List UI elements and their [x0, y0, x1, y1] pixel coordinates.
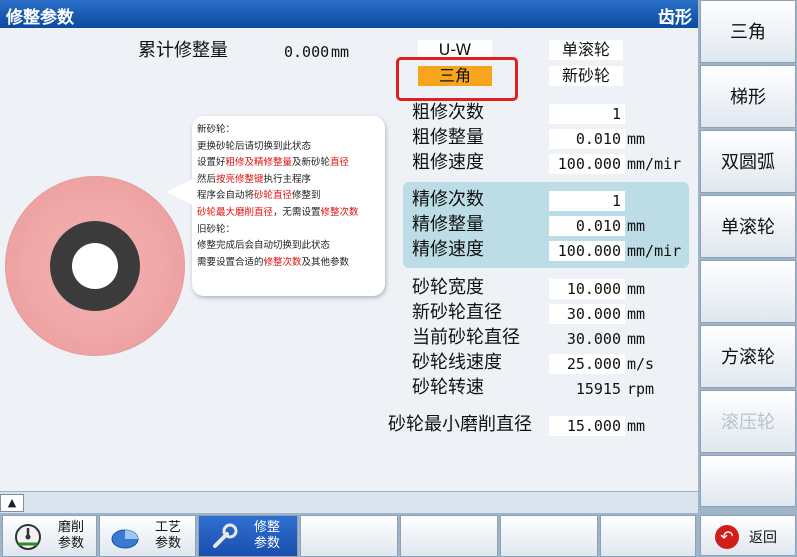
softkey-process-params[interactable]: 工艺 参数 — [99, 515, 196, 557]
new-wheel-dia-label: 新砂轮直径 — [412, 302, 502, 323]
fine-speed-unit: mm/mir — [627, 242, 682, 260]
title-bar: 修整参数 齿形 — [0, 0, 698, 28]
new-wheel-dia-unit: mm — [627, 305, 646, 323]
min-grind-dia-field[interactable]: 15.000 — [549, 416, 625, 436]
softkey-single-roller[interactable]: 单滚轮 — [700, 195, 796, 258]
note-tail — [166, 178, 194, 206]
total-dress-label: 累计修整量 — [138, 40, 228, 61]
note-line: 砂轮最大磨削直径，无需设置修整次数 — [197, 206, 359, 218]
softkey-press-roller[interactable]: 滚压轮 — [700, 390, 796, 453]
wheel-width-field[interactable]: 10.000 — [549, 279, 625, 299]
roller-option-single[interactable]: 单滚轮 — [549, 40, 623, 60]
pie-icon — [111, 529, 139, 549]
rough-amount-label: 粗修整量 — [412, 127, 484, 148]
page-title: 修整参数 — [6, 8, 74, 28]
softkey-empty-8[interactable] — [700, 455, 796, 507]
wheel-line-speed-unit: m/s — [627, 355, 655, 373]
horizontal-softkey-bar: 磨削 参数 工艺 参数 修整 参数 — [0, 513, 698, 557]
softkey-double-arc[interactable]: 双圆弧 — [700, 130, 796, 193]
note-line: 设置好粗修及精修整量及新砂轮直径 — [197, 157, 350, 169]
note-line: 然后按亮修整键执行主程序 — [197, 173, 312, 185]
note-line: 修整完成后会自动切换到此状态 — [197, 240, 331, 252]
fine-speed-field[interactable]: 100.000 — [549, 241, 625, 261]
total-dress-value: 0.000 — [284, 43, 330, 61]
scroll-up-button[interactable]: ▲ — [0, 494, 24, 512]
help-note-bubble: 新砂轮： 更换砂轮后请切换到此状态 设置好粗修及精修整量及新砂轮直径 然后按亮修… — [166, 116, 385, 296]
vertical-softkey-bar: 三角 梯形 双圆弧 单滚轮 方滚轮 滚压轮 ↶ 返回 — [698, 0, 797, 557]
fine-amount-label: 精修整量 — [412, 214, 484, 235]
note-line: 更换砂轮后请切换到此状态 — [197, 140, 312, 152]
softkey-label: 磨削 参数 — [57, 520, 84, 551]
wheel-rpm-value: 15915 — [575, 380, 621, 398]
back-label: 返回 — [749, 530, 777, 546]
softkey-label: 修整 参数 — [253, 520, 280, 551]
wheel-hub — [50, 221, 140, 311]
fine-amount-unit: mm — [627, 217, 646, 235]
note-line: 旧砂轮： — [197, 223, 236, 235]
rough-speed-unit: mm/mir — [627, 155, 682, 173]
fine-count-field[interactable]: 1 — [549, 191, 625, 211]
rough-speed-label: 粗修速度 — [412, 152, 484, 173]
grinding-wheel-image — [5, 176, 185, 356]
softkey-trapezoid[interactable]: 梯形 — [700, 65, 796, 128]
gauge-icon — [15, 524, 41, 550]
min-grind-dia-label: 砂轮最小磨削直径 — [388, 414, 532, 435]
highlight-frame — [396, 57, 518, 101]
fine-count-label: 精修次数 — [412, 189, 484, 210]
wheel-rpm-label: 砂轮转速 — [412, 377, 484, 398]
total-dress-unit: mm — [331, 43, 350, 61]
softkey-label: 工艺 参数 — [154, 520, 181, 551]
softkey-empty-7[interactable] — [600, 515, 696, 557]
min-grind-dia-unit: mm — [627, 417, 646, 435]
wrench-icon — [213, 523, 238, 548]
back-button[interactable]: ↶ 返回 — [700, 515, 796, 556]
fine-amount-field[interactable]: 0.010 — [549, 216, 625, 236]
wheel-width-unit: mm — [627, 280, 646, 298]
wheel-line-speed-label: 砂轮线速度 — [412, 352, 502, 373]
current-wheel-dia-unit: mm — [627, 330, 646, 348]
rough-speed-field[interactable]: 100.000 — [549, 154, 625, 174]
note-line: 程序会自动将砂轮直径修整到 — [197, 190, 321, 202]
fine-speed-label: 精修速度 — [412, 239, 484, 260]
wheel-bore — [72, 243, 118, 289]
rough-amount-unit: mm — [627, 130, 646, 148]
main-panel: 累计修整量 0.000 mm U-W 三角 单滚轮 新砂轮 粗修次数 1 粗修整… — [0, 28, 698, 492]
mode-title: 齿形 — [658, 8, 692, 28]
note-line: 需要设置合适的修整次数及其他参数 — [197, 256, 350, 268]
wheel-rpm-unit: rpm — [627, 380, 655, 398]
current-wheel-dia-value: 30.000 — [566, 330, 621, 348]
rough-amount-field[interactable]: 0.010 — [549, 129, 625, 149]
rough-count-label: 粗修次数 — [412, 102, 484, 123]
wheel-state-new[interactable]: 新砂轮 — [549, 66, 623, 86]
softkey-dress-params[interactable]: 修整 参数 — [198, 515, 298, 557]
back-arrow-icon: ↶ — [715, 525, 739, 549]
softkey-grind-params[interactable]: 磨削 参数 — [2, 515, 97, 557]
softkey-empty-4[interactable] — [300, 515, 398, 557]
current-wheel-dia-label: 当前砂轮直径 — [412, 327, 520, 348]
softkey-empty-5[interactable] — [400, 515, 498, 557]
softkey-square-roller[interactable]: 方滚轮 — [700, 325, 796, 388]
softkey-empty-6[interactable] — [500, 515, 598, 557]
rough-count-field[interactable]: 1 — [549, 104, 625, 124]
wheel-line-speed-field[interactable]: 25.000 — [549, 354, 625, 374]
note-line: 新砂轮： — [197, 124, 236, 135]
wheel-width-label: 砂轮宽度 — [412, 277, 484, 298]
softkey-empty-5[interactable] — [700, 260, 796, 323]
softkey-triangle[interactable]: 三角 — [700, 0, 796, 63]
new-wheel-dia-field[interactable]: 30.000 — [549, 304, 625, 324]
